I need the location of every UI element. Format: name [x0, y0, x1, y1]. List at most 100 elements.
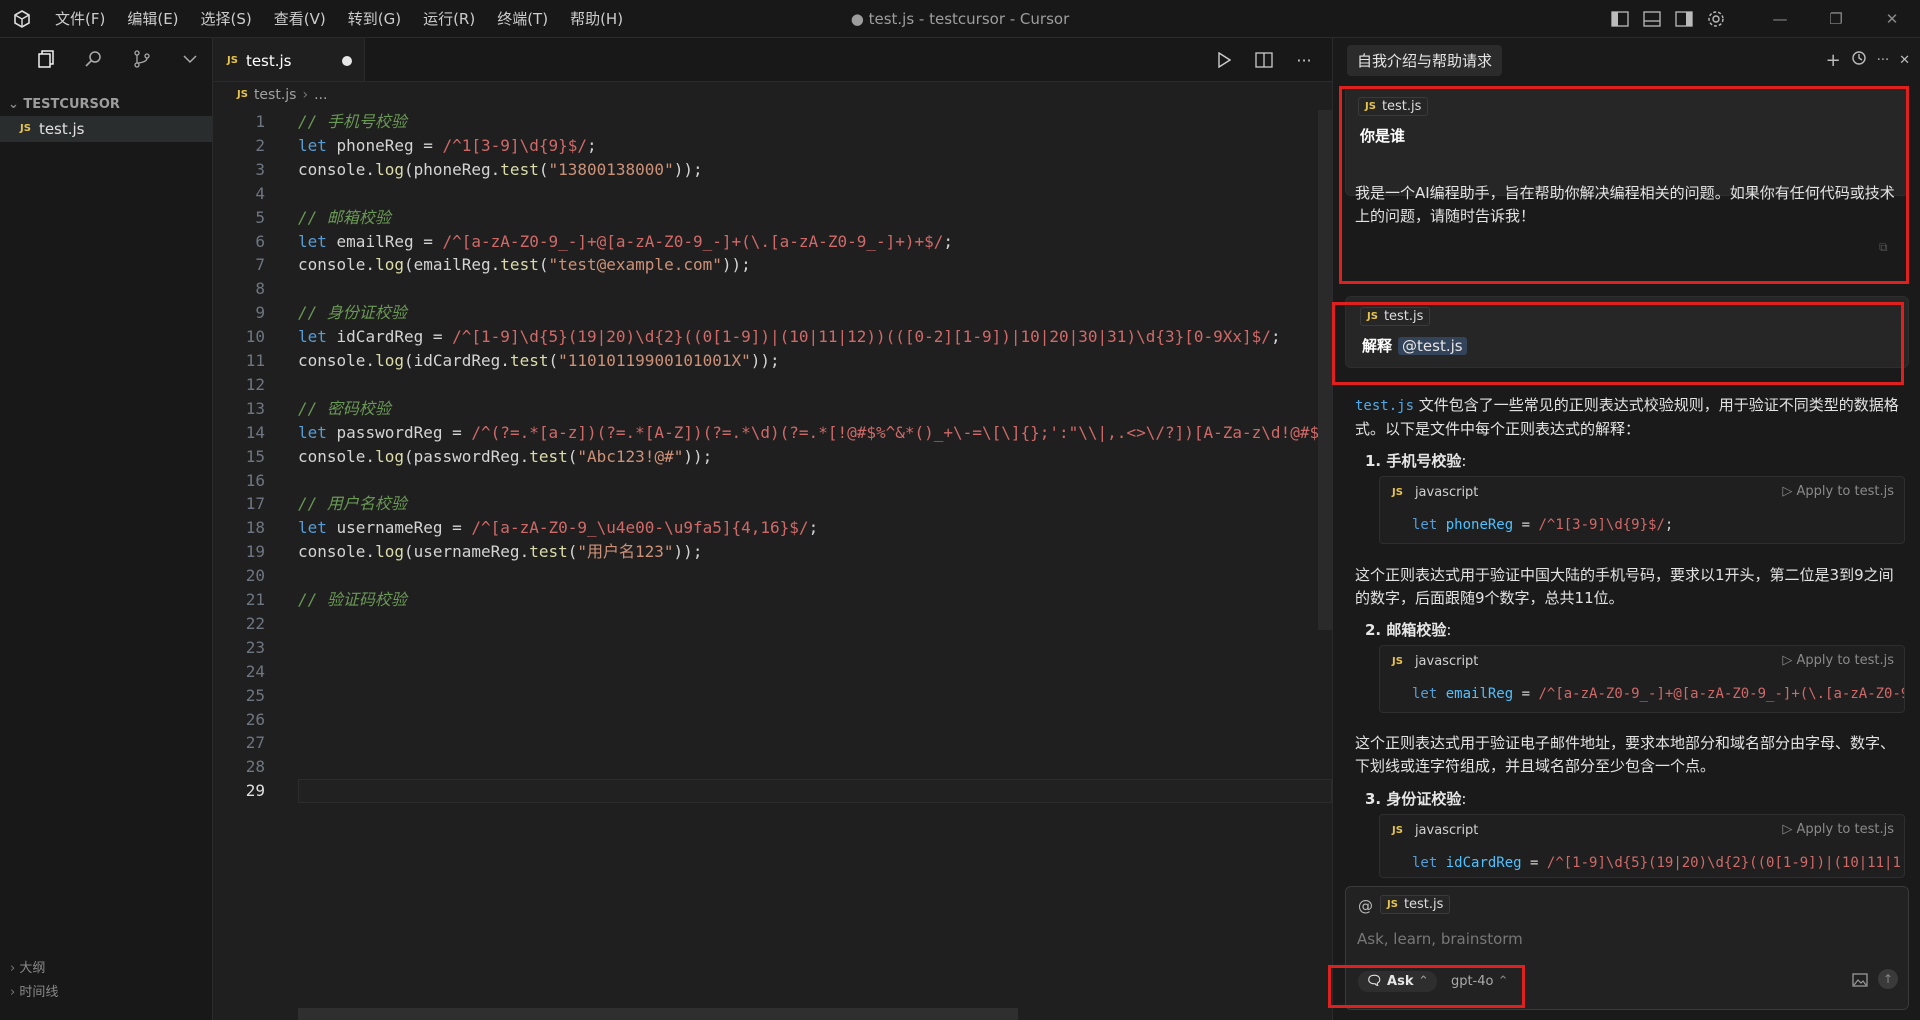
tab-test-js[interactable]: JS test.js — [213, 38, 365, 81]
file-reference[interactable]: test.js — [1355, 398, 1414, 414]
code-line[interactable]: 5 // 邮箱校验 — [213, 206, 1332, 230]
code-line[interactable]: 4 — [213, 182, 1332, 206]
code-line[interactable]: 6 let emailReg = /^[a-zA-Z0-9_-]+@[a-zA-Z… — [213, 230, 1332, 254]
breadcrumb-file[interactable]: test.js — [254, 82, 297, 108]
code-line[interactable]: 2 let phoneReg = /^1[3-9]\d{9}$/; — [213, 134, 1332, 158]
tab-label: test.js — [245, 51, 292, 70]
more-actions-icon[interactable]: ··· — [1288, 41, 1320, 79]
context-file-chip[interactable]: JS test.js — [1360, 307, 1431, 326]
code-line[interactable]: 22 — [213, 612, 1332, 636]
gear-icon[interactable] — [1700, 0, 1732, 38]
file-item-test-js[interactable]: JS test.js — [0, 116, 212, 142]
context-file-chip[interactable]: JS test.js — [1380, 895, 1451, 914]
code-line[interactable]: 9 // 身份证校验 — [213, 301, 1332, 325]
source-control-icon[interactable] — [130, 47, 154, 71]
more-options-icon[interactable]: ··· — [1877, 53, 1889, 68]
code-line[interactable]: 1 // 手机号校验 — [213, 110, 1332, 134]
code-line[interactable]: 18 let usernameReg = /^[a-zA-Z0-9_\u4e00-… — [213, 516, 1332, 540]
list-item-2-title: 2. 邮箱校验: — [1365, 619, 1451, 640]
menu-run[interactable]: 运行(R) — [412, 0, 486, 38]
mention-at-icon[interactable]: @ — [1358, 897, 1373, 915]
code-line[interactable]: 19 console.log(usernameReg.test("用户名123")… — [213, 540, 1332, 564]
toggle-secondary-sidebar-icon[interactable] — [1668, 0, 1700, 38]
apply-button[interactable]: ▷ Apply to test.js — [1782, 815, 1894, 845]
code-line[interactable]: 11 console.log(idCardReg.test("1101011990… — [213, 349, 1332, 373]
list-number: 2. — [1365, 621, 1382, 639]
code-line[interactable]: 28 — [213, 755, 1332, 779]
code-line[interactable]: 23 — [213, 636, 1332, 660]
image-icon[interactable] — [1852, 973, 1868, 991]
context-file-chip[interactable]: JS test.js — [1358, 97, 1429, 116]
code-line[interactable]: 12 — [213, 373, 1332, 397]
horizontal-scrollbar[interactable] — [298, 1008, 1018, 1020]
chat-composer[interactable]: @ JS test.js 🗨 Ask ⌃ gpt-4o ⌃ ↑ — [1345, 886, 1909, 1010]
explorer-section-header[interactable]: ⌄ TESTCURSOR — [0, 94, 212, 116]
history-icon[interactable] — [1851, 50, 1867, 70]
code-line[interactable]: 16 — [213, 469, 1332, 493]
chat-title-tab[interactable]: 自我介绍与帮助请求 — [1347, 44, 1503, 76]
js-file-icon: JS — [20, 123, 31, 134]
assistant-answer-1: 我是一个AI编程助手，旨在帮助你解决编程相关的问题。如果你有任何代码或技术上的问… — [1355, 184, 1895, 225]
timeline-section[interactable]: › 时间线 — [0, 980, 212, 1006]
close-icon[interactable]: ✕ — [1899, 53, 1910, 68]
menu-help[interactable]: 帮助(H) — [559, 0, 634, 38]
copy-icon[interactable]: ⧉ — [1879, 240, 1888, 255]
code-line[interactable]: 20 — [213, 564, 1332, 588]
code-line[interactable]: 21 // 验证码校验 — [213, 588, 1332, 612]
code-editor[interactable]: 1 // 手机号校验 2 let phoneReg = /^1[3-9]\d{9}$/… — [213, 110, 1339, 1010]
line-text: console.log(phoneReg.test("13800138000")… — [298, 159, 703, 179]
chip-label: test.js — [1403, 897, 1444, 912]
code-line[interactable]: 25 — [213, 684, 1332, 708]
chat-input-placeholder[interactable]: Ask, learn, brainstorm — [1357, 930, 1523, 948]
file-mention[interactable]: @test.js — [1398, 336, 1467, 355]
line-text: // 验证码校验 — [298, 590, 407, 609]
code-line[interactable]: 14 let passwordReg = /^(?=.*[a-z])(?=.*[A… — [213, 421, 1339, 445]
list-title: 邮箱校验 — [1386, 621, 1447, 639]
unsaved-dot-icon[interactable] — [342, 55, 352, 66]
model-selector[interactable]: gpt-4o ⌃ — [1451, 974, 1509, 989]
js-file-icon: JS — [1392, 655, 1403, 667]
line-number: 14 — [245, 422, 265, 442]
menu-selection[interactable]: 选择(S) — [190, 0, 263, 38]
code-line[interactable]: 24 — [213, 660, 1332, 684]
toggle-sidebar-icon[interactable] — [1604, 0, 1636, 38]
menu-file[interactable]: 文件(F) — [44, 0, 116, 38]
assistant-answer-intro: test.js 文件包含了一些常见的正则表达式校验规则，用于验证不同类型的数据格… — [1355, 394, 1905, 441]
cursor-logo-icon[interactable] — [0, 0, 44, 38]
explorer-icon[interactable] — [34, 47, 58, 71]
code-line[interactable]: 15 console.log(passwordReg.test("Abc123!@… — [213, 445, 1332, 469]
code-line[interactable]: 7 console.log(emailReg.test("test@example… — [213, 253, 1332, 277]
toggle-panel-icon[interactable] — [1636, 0, 1668, 38]
code-line[interactable]: 26 — [213, 708, 1332, 732]
split-editor-icon[interactable] — [1248, 41, 1280, 79]
menu-terminal[interactable]: 终端(T) — [486, 0, 559, 38]
code-line[interactable]: 27 — [213, 731, 1332, 755]
close-window-button[interactable]: ✕ — [1864, 0, 1920, 38]
send-icon[interactable]: ↑ — [1878, 969, 1898, 989]
code-line[interactable]: 29 — [213, 779, 1332, 804]
vertical-scrollbar[interactable] — [1318, 110, 1332, 630]
apply-button[interactable]: ▷ Apply to test.js — [1782, 477, 1894, 507]
minimize-button[interactable]: — — [1752, 0, 1808, 38]
restore-button[interactable]: ❐ — [1808, 0, 1864, 38]
code-line[interactable]: 8 — [213, 277, 1332, 301]
code-line[interactable]: 17 // 用户名校验 — [213, 492, 1332, 516]
menu-edit[interactable]: 编辑(E) — [116, 0, 189, 38]
line-text: console.log(passwordReg.test("Abc123!@#"… — [298, 446, 713, 466]
list-title: 手机号校验 — [1386, 452, 1462, 470]
apply-label: Apply to test.js — [1796, 822, 1895, 837]
list-number: 3. — [1365, 790, 1382, 808]
menu-go[interactable]: 转到(G) — [337, 0, 412, 38]
code-line[interactable]: 10 let idCardReg = /^[1-9]\d{5}(19|20)\d{… — [213, 325, 1332, 349]
apply-button[interactable]: ▷ Apply to test.js — [1782, 646, 1894, 676]
run-icon[interactable] — [1208, 41, 1240, 79]
search-icon[interactable] — [82, 47, 106, 71]
code-line[interactable]: 3 console.log(phoneReg.test("13800138000"… — [213, 158, 1332, 182]
chevron-down-icon[interactable] — [178, 47, 202, 71]
breadcrumb-more[interactable]: ... — [314, 82, 327, 108]
mode-selector[interactable]: 🗨 Ask ⌃ — [1358, 971, 1437, 992]
menu-view[interactable]: 查看(V) — [263, 0, 337, 38]
code-line[interactable]: 13 // 密码校验 — [213, 397, 1332, 421]
outline-section[interactable]: › 大纲 — [0, 956, 212, 982]
new-chat-icon[interactable]: + — [1826, 50, 1841, 71]
